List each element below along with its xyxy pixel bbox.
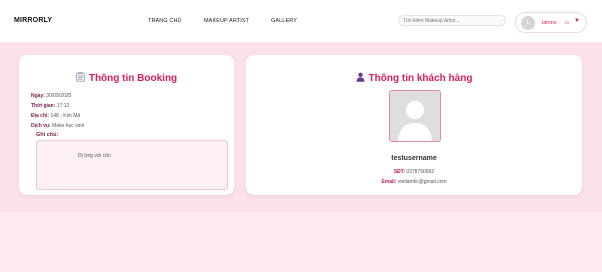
address-label: Địa chỉ: — [31, 113, 50, 119]
service-value: Make học sinh — [52, 123, 85, 129]
time-label: Thời gian: — [31, 103, 56, 109]
person-icon — [356, 72, 365, 82]
customer-avatar — [389, 90, 441, 142]
user-menu[interactable]: L lamnv IS ▼ — [515, 12, 587, 33]
booking-date-row: Ngày: 30/09/2025 — [31, 93, 71, 99]
booking-title: Thông tin Booking — [19, 72, 234, 84]
notes-label: Ghi chú: — [36, 132, 59, 138]
booking-time-row: Thời gian: 17:12 — [31, 103, 69, 109]
nav-link-makeup-artist[interactable]: MAKEUP ARTIST — [204, 18, 249, 24]
notes-text: Dị ứng với cồn — [78, 153, 111, 159]
customer-title-text: Thông tin khách hàng — [368, 73, 473, 84]
search-input[interactable] — [398, 15, 506, 26]
phone-value: 0378790992 — [406, 169, 435, 175]
customer-username: testusername — [391, 155, 437, 162]
top-navbar: MIRRORLY TRANG CHỦ MAKEUP ARTIST GALLERY… — [0, 0, 602, 43]
date-label: Ngày: — [31, 93, 45, 99]
date-value: 30/09/2025 — [46, 93, 72, 99]
nav-link-home[interactable]: TRANG CHỦ — [148, 18, 182, 24]
booking-address-row: Địa chỉ: 148 - Kim Mã — [31, 113, 80, 119]
customer-email-row: Email: vietlamkc@gmail.com — [246, 179, 582, 185]
email-value: vietlamkc@gmail.com — [397, 179, 447, 185]
phone-label: SĐT: — [393, 169, 405, 175]
customer-phone-row: SĐT: 0378790992 — [246, 169, 582, 175]
customer-title: Thông tin khách hàng — [246, 72, 582, 84]
brand-logo[interactable]: MIRRORLY — [14, 17, 52, 24]
notes-box: Dị ứng với cồn — [36, 140, 228, 190]
caret-down-icon[interactable]: ▼ — [574, 18, 580, 24]
address-value: 148 - Kim Mã — [50, 113, 81, 119]
customer-info-card: Thông tin khách hàng testusername SĐT: 0… — [246, 55, 582, 195]
notepad-icon — [76, 72, 85, 82]
user-name: lamnv — [542, 20, 557, 26]
user-avatar: L — [521, 16, 535, 30]
user-badge: IS — [565, 20, 570, 25]
time-value: 17:12 — [56, 103, 70, 109]
booking-service-row: Dịch vụ: Make học sinh — [31, 123, 84, 129]
avatar-placeholder-icon — [390, 91, 440, 141]
booking-title-text: Thông tin Booking — [88, 73, 178, 84]
booking-info-card: Thông tin Booking Ngày: 30/09/2025 Thời … — [19, 55, 234, 195]
email-label: Email: — [381, 179, 397, 185]
service-label: Dịch vụ: — [31, 123, 51, 129]
nav-link-gallery[interactable]: GALLERY — [271, 18, 297, 24]
